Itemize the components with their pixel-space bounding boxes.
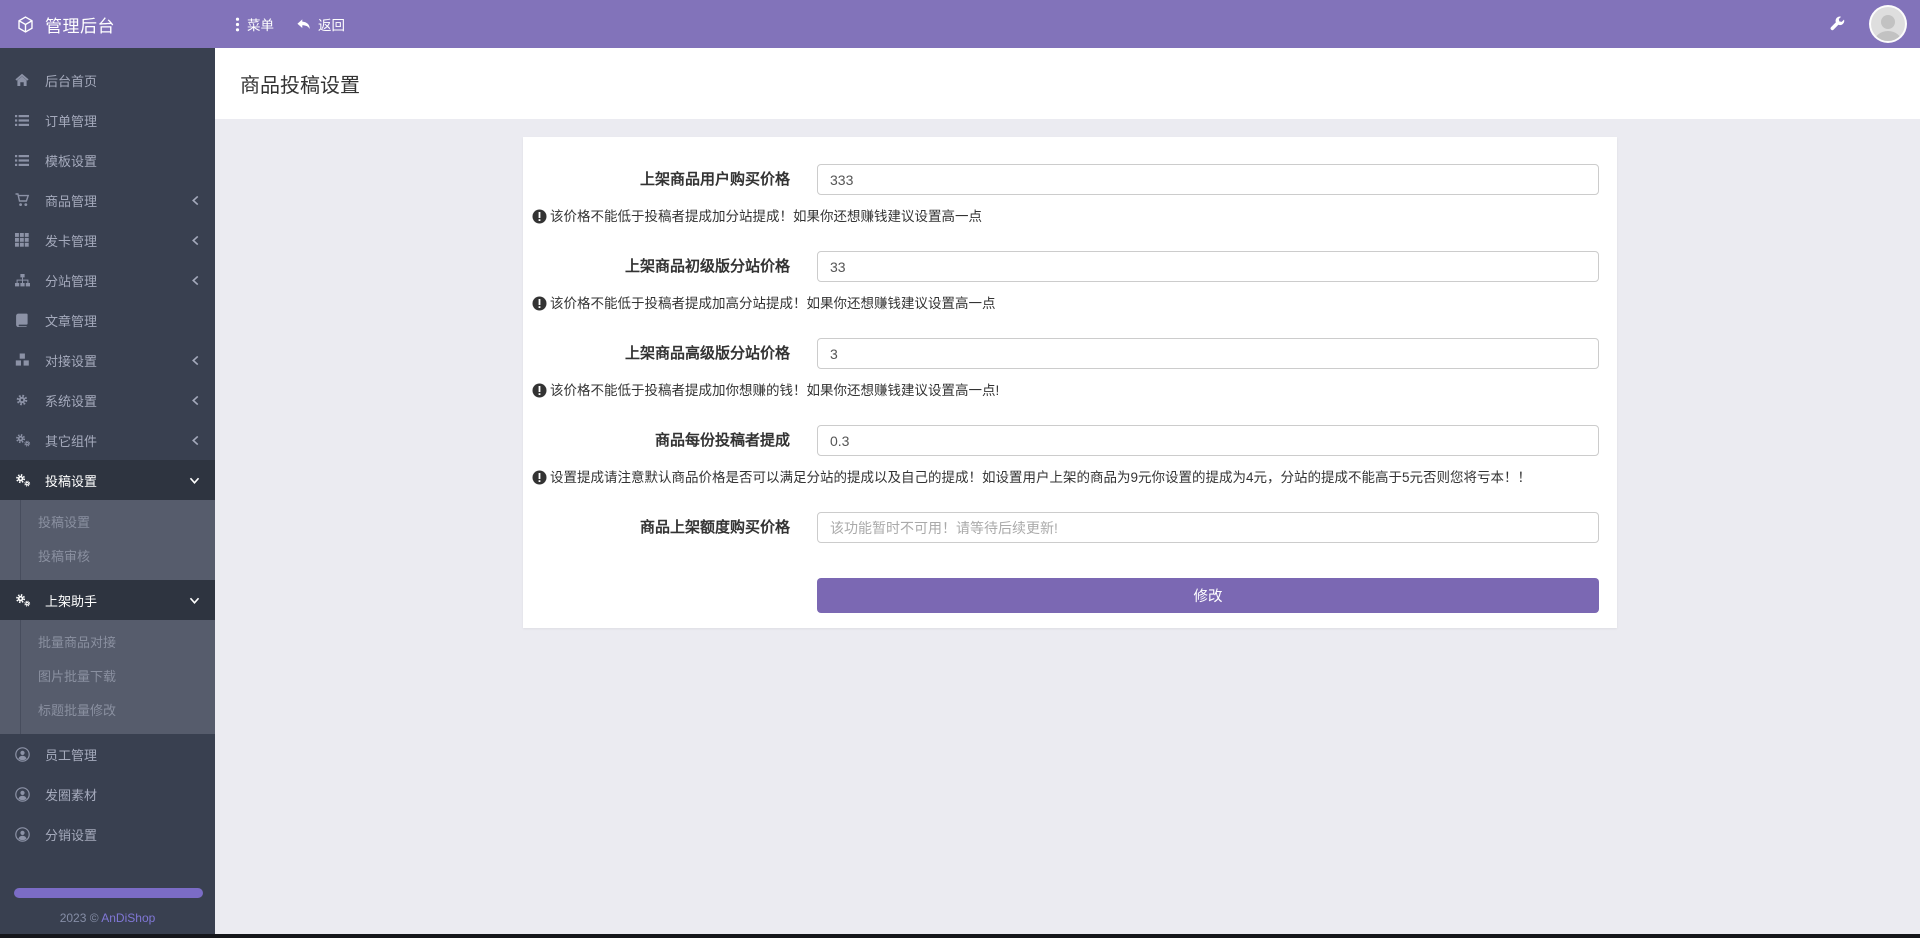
chevron-down-icon <box>189 476 200 485</box>
sidebar-item-other-components[interactable]: 其它组件 <box>0 420 215 460</box>
form-row-user-buy-price: 上架商品用户购买价格 该价格不能低于投稿者提成加分站提成！如果你还想赚钱建议设置… <box>523 164 1617 225</box>
submitter-commission-input[interactable] <box>817 425 1599 456</box>
sidebar-subitem-bulk-title-edit[interactable]: 标题批量修改 <box>0 694 215 728</box>
field-label: 上架商品初级版分站价格 <box>523 251 817 282</box>
sidebar-item-articles[interactable]: 文章管理 <box>0 300 215 340</box>
copyright: 2023 © AnDiShop <box>0 911 215 925</box>
cogs-icon <box>15 473 37 487</box>
sidebar-item-moments-material[interactable]: 发圈素材 <box>0 774 215 814</box>
sidebar: 后台首页 订单管理 模板设置 商品管理 发卡管理 分站管理 文章管理 对接设置 … <box>0 48 215 934</box>
user-buy-price-input[interactable] <box>817 164 1599 195</box>
submit-row: 修改 <box>523 578 1617 613</box>
back-link[interactable]: 返回 <box>290 10 351 38</box>
chevron-down-icon <box>189 596 200 605</box>
submenu-listing-helper: 批量商品对接图片批量下载标题批量修改 <box>0 620 215 734</box>
user-circle-icon <box>15 787 37 802</box>
field-hint: 该价格不能低于投稿者提成加你想赚的钱！如果你还想赚钱建议设置高一点! <box>523 382 1617 399</box>
ellipsis-vertical-icon <box>235 17 240 32</box>
app-title: 管理后台 <box>45 12 115 37</box>
field-label: 上架商品高级版分站价格 <box>523 338 817 369</box>
reply-arrow-icon <box>296 17 311 31</box>
gear-icon <box>15 393 37 407</box>
field-hint: 该价格不能低于投稿者提成加分站提成！如果你还想赚钱建议设置高一点 <box>523 208 1617 225</box>
sitemap-icon <box>15 274 37 287</box>
sidebar-item-listing-helper[interactable]: 上架助手 <box>0 580 215 620</box>
page-title: 商品投稿设置 <box>240 69 360 98</box>
footer-brand-link[interactable]: AnDiShop <box>101 911 155 925</box>
sidebar-item-card-issuing[interactable]: 发卡管理 <box>0 220 215 260</box>
submit-button[interactable]: 修改 <box>817 578 1599 613</box>
grid-icon <box>15 233 37 247</box>
sidebar-item-submission-settings[interactable]: 投稿设置 <box>0 460 215 500</box>
user-circle-icon <box>15 747 37 762</box>
main-area: 商品投稿设置 上架商品用户购买价格 该价格不能低于投稿者提成加分站提成！如果你还… <box>215 48 1920 934</box>
user-avatar[interactable] <box>1869 5 1907 43</box>
info-icon <box>532 296 547 311</box>
field-label: 上架商品用户购买价格 <box>523 164 817 195</box>
sidebar-scroll-pill[interactable] <box>14 888 203 898</box>
cogs-icon <box>15 593 37 607</box>
sidebar-subitem-bulk-image-download[interactable]: 图片批量下载 <box>0 660 215 694</box>
chevron-left-icon <box>191 355 200 366</box>
sidebar-item-templates[interactable]: 模板设置 <box>0 140 215 180</box>
chevron-left-icon <box>191 195 200 206</box>
page-header: 商品投稿设置 <box>215 48 1920 119</box>
form-row-submitter-commission: 商品每份投稿者提成 设置提成请注意默认商品价格是否可以满足分站的提成以及自己的提… <box>523 425 1617 486</box>
horizontal-scrollbar[interactable] <box>0 934 1920 938</box>
cogs-icon <box>15 433 37 447</box>
chevron-left-icon <box>191 435 200 446</box>
form-row-premium-substation-price: 上架商品高级版分站价格 该价格不能低于投稿者提成加你想赚的钱！如果你还想赚钱建议… <box>523 338 1617 399</box>
list-icon <box>15 114 37 127</box>
topnav: 菜单 返回 <box>215 10 351 38</box>
field-hint: 该价格不能低于投稿者提成加高分站提成！如果你还想赚钱建议设置高一点 <box>523 295 1617 312</box>
sidebar-subitem-bulk-product-integration[interactable]: 批量商品对接 <box>0 626 215 660</box>
sidebar-footer: 2023 © AnDiShop <box>0 888 215 934</box>
list-icon <box>15 154 37 167</box>
sidebar-item-integration[interactable]: 对接设置 <box>0 340 215 380</box>
sidebar-item-substations[interactable]: 分站管理 <box>0 260 215 300</box>
form-row-basic-substation-price: 上架商品初级版分站价格 该价格不能低于投稿者提成加高分站提成！如果你还想赚钱建议… <box>523 251 1617 312</box>
cubes-icon <box>15 353 37 367</box>
form-row-listing-quota-price: 商品上架额度购买价格 <box>523 512 1617 543</box>
chevron-left-icon <box>191 395 200 406</box>
home-icon <box>15 73 37 87</box>
sidebar-item-home[interactable]: 后台首页 <box>0 60 215 100</box>
sidebar-item-distribution[interactable]: 分销设置 <box>0 814 215 854</box>
settings-card: 上架商品用户购买价格 该价格不能低于投稿者提成加分站提成！如果你还想赚钱建议设置… <box>523 137 1617 628</box>
sidebar-item-staff[interactable]: 员工管理 <box>0 734 215 774</box>
user-circle-icon <box>15 827 37 842</box>
chevron-left-icon <box>191 275 200 286</box>
info-icon <box>532 470 547 485</box>
basic-substation-price-input[interactable] <box>817 251 1599 282</box>
menu-toggle[interactable]: 菜单 <box>229 10 280 38</box>
wrench-icon[interactable] <box>1829 16 1845 32</box>
listing-quota-price-input[interactable] <box>817 512 1599 543</box>
field-label: 商品上架额度购买价格 <box>523 512 817 543</box>
book-icon <box>15 313 37 327</box>
content: 上架商品用户购买价格 该价格不能低于投稿者提成加分站提成！如果你还想赚钱建议设置… <box>215 119 1920 628</box>
submenu-submission-settings: 投稿设置投稿审核 <box>0 500 215 580</box>
sidebar-subitem-submission-review[interactable]: 投稿审核 <box>0 540 215 574</box>
sidebar-item-system[interactable]: 系统设置 <box>0 380 215 420</box>
topbar: 管理后台 菜单 返回 <box>0 0 1920 48</box>
info-icon <box>532 383 547 398</box>
cube-icon <box>17 16 34 33</box>
sidebar-item-products[interactable]: 商品管理 <box>0 180 215 220</box>
topbar-right <box>1829 5 1920 43</box>
field-hint: 设置提成请注意默认商品价格是否可以满足分站的提成以及自己的提成！如设置用户上架的… <box>523 469 1617 486</box>
info-icon <box>532 209 547 224</box>
field-label: 商品每份投稿者提成 <box>523 425 817 456</box>
sidebar-subitem-submission-settings-page[interactable]: 投稿设置 <box>0 506 215 540</box>
premium-substation-price-input[interactable] <box>817 338 1599 369</box>
app-brand[interactable]: 管理后台 <box>0 12 215 37</box>
chevron-left-icon <box>191 235 200 246</box>
sidebar-item-orders[interactable]: 订单管理 <box>0 100 215 140</box>
sidebar-menu: 后台首页 订单管理 模板设置 商品管理 发卡管理 分站管理 文章管理 对接设置 … <box>0 48 215 854</box>
cart-icon <box>15 193 37 207</box>
